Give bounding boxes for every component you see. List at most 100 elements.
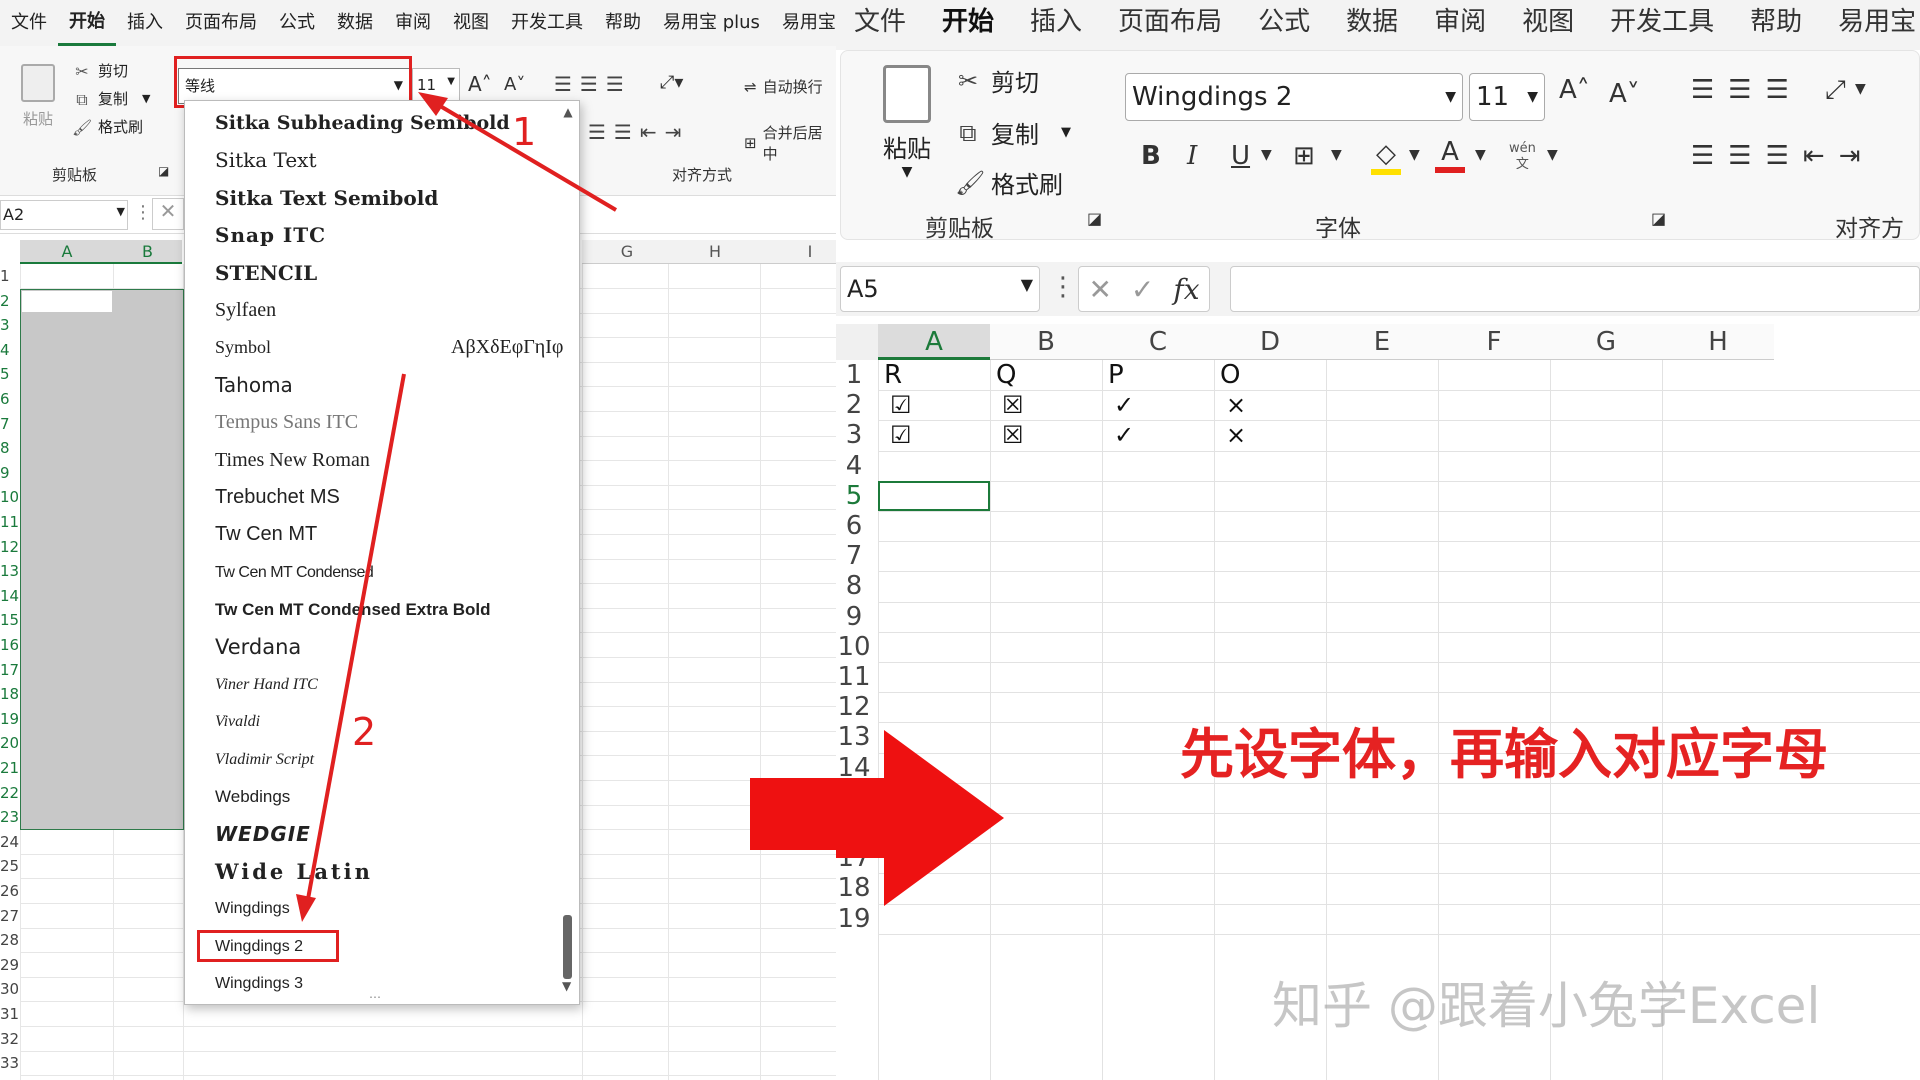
font-list-item[interactable]: Vladimir Script [215, 741, 545, 778]
right-format-painter-button[interactable]: 🖌 格式刷 [955, 165, 1063, 200]
right-menu-item-3[interactable]: 页面布局 [1100, 0, 1240, 50]
right-cell[interactable]: ✓ [1102, 390, 1214, 420]
insert-function-icon[interactable]: fx [1173, 273, 1199, 306]
left-row-header[interactable]: 19 [0, 707, 20, 731]
fill-color-icon[interactable]: ◇ [1371, 139, 1401, 175]
font-list-item[interactable]: Viner Hand ITC [215, 666, 545, 703]
right-paste-button[interactable]: 粘贴 ▼ [871, 65, 943, 180]
decrease-font-icon[interactable]: A˅ [1609, 79, 1640, 109]
left-row-header[interactable]: 12 [0, 535, 20, 559]
increase-font-icon[interactable]: A˄ [1559, 75, 1590, 105]
left-row-header[interactable]: 31 [0, 1002, 20, 1026]
right-cell[interactable]: P [1102, 360, 1214, 390]
font-dropdown-list[interactable]: ▲ ▼ ⋯ Sitka Subheading Semibold Sitka Tex… [184, 100, 580, 1005]
merge-center-button[interactable]: ⊞ 合并后居中 [744, 122, 836, 164]
font-list-item[interactable]: Wide Latin [215, 853, 545, 890]
chevron-down-icon[interactable]: ▼ [1409, 147, 1420, 163]
right-font-name-box[interactable]: Wingdings 2 ▼ [1125, 73, 1463, 121]
right-row-header[interactable]: 18 [836, 873, 872, 903]
left-row-header[interactable]: 20 [0, 731, 20, 755]
font-list-item[interactable]: Tw Cen MT Condensed [215, 554, 545, 591]
font-list-item[interactable]: Tw Cen MT Condensed Extra Bold [215, 591, 545, 628]
formula-input[interactable] [1230, 266, 1920, 312]
right-menu-item-9[interactable]: 帮助 [1732, 0, 1820, 50]
right-row-header[interactable]: 6 [836, 511, 872, 541]
left-row-header[interactable]: 25 [0, 854, 20, 878]
left-row-header[interactable]: 2 [0, 289, 20, 313]
right-row-header[interactable]: 1 [836, 360, 872, 390]
right-row-header[interactable]: 17 [836, 843, 872, 873]
right-cell[interactable]: × [1214, 420, 1326, 450]
left-col-header-G[interactable]: G [582, 240, 672, 264]
left-col-header-H[interactable]: H [668, 240, 762, 264]
left-menu-item-11[interactable]: 易用宝 [771, 0, 836, 46]
right-row-header[interactable]: 10 [836, 632, 872, 662]
font-list-item[interactable]: Webdings [215, 778, 545, 815]
left-row-header[interactable]: 14 [0, 584, 20, 608]
left-row-header[interactable]: 18 [0, 682, 20, 706]
left-row-header[interactable]: 32 [0, 1027, 20, 1051]
left-menu-item-2[interactable]: 插入 [116, 0, 174, 46]
right-menu-item-1[interactable]: 开始 [924, 0, 1012, 50]
left-menu-item-7[interactable]: 视图 [442, 0, 500, 46]
left-row-header[interactable]: 33 [0, 1051, 20, 1075]
font-list-item[interactable]: Symbol ΑβΧδΕφΓηΙφ [215, 329, 563, 366]
right-cell[interactable]: Q [990, 360, 1102, 390]
right-row-header[interactable]: 8 [836, 571, 872, 601]
left-menu-item-0[interactable]: 文件 [0, 0, 58, 46]
left-row-header[interactable]: 5 [0, 362, 20, 386]
right-cell[interactable]: ☒ [990, 390, 1102, 420]
left-menu-item-8[interactable]: 开发工具 [500, 0, 594, 46]
left-col-header-A[interactable]: A [20, 240, 114, 264]
left-menu-item-10[interactable]: 易用宝 plus [652, 0, 771, 46]
left-row-header[interactable]: 23 [0, 805, 20, 829]
right-col-header-H[interactable]: H [1662, 324, 1774, 360]
left-selected-range[interactable] [20, 288, 184, 830]
left-row-header[interactable]: 13 [0, 559, 20, 583]
right-col-header-C[interactable]: C [1102, 324, 1214, 360]
scroll-down-icon[interactable]: ▼ [562, 979, 571, 993]
left-format-painter-button[interactable]: 🖌 格式刷 [72, 116, 143, 137]
left-row-header[interactable]: 16 [0, 633, 20, 657]
left-row-header[interactable]: 15 [0, 608, 20, 632]
bottom-align-icons[interactable]: ☰☰⇤⇥ [588, 120, 689, 144]
bold-icon[interactable]: B [1141, 141, 1161, 171]
right-font-size-box[interactable]: 11 ▼ [1469, 73, 1545, 121]
borders-icon[interactable]: ⊞ [1293, 141, 1315, 171]
left-row-header[interactable]: 3 [0, 313, 20, 337]
right-row-header[interactable]: 12 [836, 692, 872, 722]
left-row-header[interactable]: 10 [0, 485, 20, 509]
font-list-item[interactable]: WEDGIE [215, 816, 545, 853]
right-row-header[interactable]: 9 [836, 602, 872, 632]
left-row-header[interactable]: 6 [0, 387, 20, 411]
right-row-header[interactable]: 4 [836, 451, 872, 481]
left-col-header-I[interactable]: I [760, 240, 836, 264]
font-color-icon[interactable]: A [1435, 137, 1465, 173]
left-row-header[interactable]: 21 [0, 756, 20, 780]
font-list-item[interactable]: Sitka Text [215, 142, 545, 179]
orientation-icon[interactable]: ⤢▾ [660, 72, 683, 93]
right-menu-item-5[interactable]: 数据 [1328, 0, 1416, 50]
left-row-header[interactable]: 22 [0, 781, 20, 805]
font-list-item[interactable]: Tahoma [215, 367, 545, 404]
right-active-cell-a5[interactable] [878, 480, 990, 511]
left-menu-item-5[interactable]: 数据 [326, 0, 384, 46]
left-paste-button[interactable]: 粘贴 [18, 64, 58, 156]
right-menu-item-10[interactable]: 易用宝 [1820, 0, 1920, 50]
chevron-down-icon[interactable]: ▼ [1261, 147, 1272, 163]
underline-icon[interactable]: U [1231, 141, 1250, 171]
left-menu-item-3[interactable]: 页面布局 [174, 0, 268, 46]
right-col-header-G[interactable]: G [1550, 324, 1662, 360]
right-menu-item-6[interactable]: 审阅 [1416, 0, 1504, 50]
left-row-header[interactable]: 4 [0, 338, 20, 362]
font-list-item[interactable]: Wingdings [215, 890, 545, 927]
left-font-size-box[interactable]: 11 ▼ [412, 68, 460, 104]
orientation-icon[interactable]: ⤢ [1825, 75, 1846, 106]
left-row-header[interactable]: 8 [0, 436, 20, 460]
left-row-header[interactable]: 9 [0, 461, 20, 485]
dialog-launcher-icon[interactable]: ◪ [1087, 209, 1102, 228]
right-cell[interactable]: ☑ [878, 420, 990, 450]
left-row-header[interactable]: 30 [0, 977, 20, 1001]
left-row-header[interactable]: 17 [0, 658, 20, 682]
right-menu-item-7[interactable]: 视图 [1504, 0, 1592, 50]
